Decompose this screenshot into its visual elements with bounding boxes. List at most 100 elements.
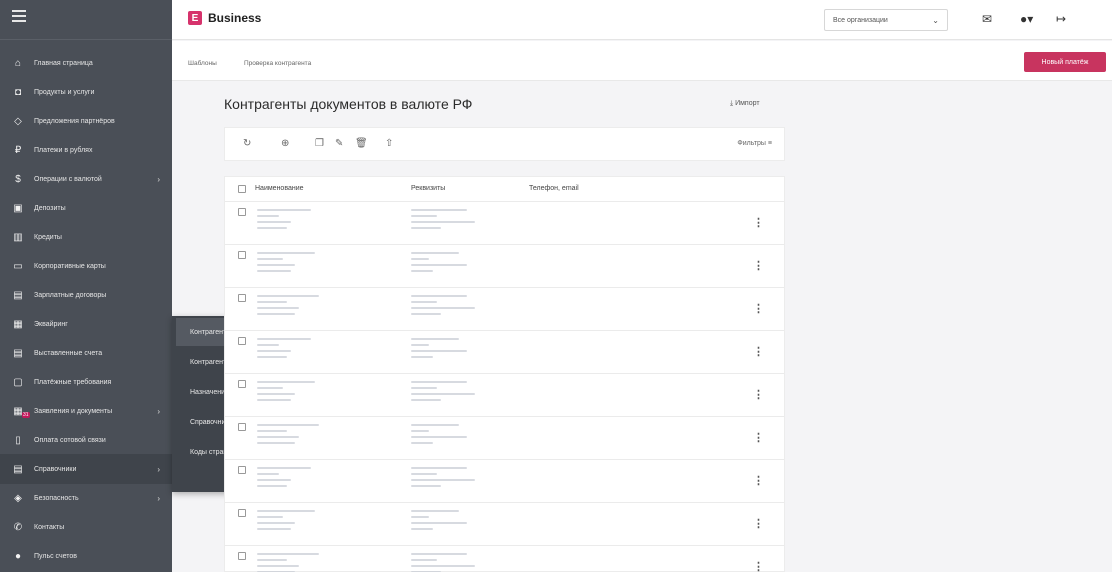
redacted-name-text bbox=[257, 307, 299, 309]
import-button[interactable]: ⤓ Импорт bbox=[730, 100, 760, 108]
nav-link-templates[interactable]: Шаблоны bbox=[188, 60, 217, 67]
sidebar-item-label: Платежи в рублях bbox=[34, 146, 93, 154]
sidebar-item[interactable]: ◘ Продукты и услуги bbox=[0, 77, 172, 107]
row-menu-icon[interactable]: ⋮ bbox=[753, 259, 764, 272]
filter-icon: ≡ bbox=[767, 140, 772, 147]
upload-icon[interactable]: ⇧ bbox=[385, 138, 393, 149]
redacted-details-text bbox=[411, 209, 467, 211]
row-checkbox[interactable] bbox=[238, 380, 246, 388]
row-menu-icon[interactable]: ⋮ bbox=[753, 345, 764, 358]
redacted-details-text bbox=[411, 516, 429, 518]
table-row[interactable]: ⋮ bbox=[225, 201, 784, 244]
sidebar-item[interactable]: ▤ Выставленные счета bbox=[0, 338, 172, 368]
redacted-name-text bbox=[257, 350, 291, 352]
redacted-details-text bbox=[411, 258, 429, 260]
redacted-details-text bbox=[411, 270, 433, 272]
sidebar-item-label: Операции с валютой bbox=[34, 175, 102, 183]
sub-header: Шаблоны Проверка контрагента Новый платё… bbox=[172, 41, 1112, 81]
sidebar-item[interactable]: ▤ Зарплатные договоры bbox=[0, 280, 172, 310]
deposit-icon: ▣ bbox=[13, 202, 23, 214]
sidebar-item-label: Кредиты bbox=[34, 233, 62, 241]
redacted-name-text bbox=[257, 338, 311, 340]
edit-icon[interactable]: ✎ bbox=[335, 138, 343, 149]
sidebar-item[interactable]: ▢ Платёжные требования bbox=[0, 367, 172, 397]
sidebar-item-label: Заявления и документы bbox=[34, 407, 113, 415]
table-row[interactable]: ⋮ bbox=[225, 244, 784, 287]
redacted-name-text bbox=[257, 209, 311, 211]
mail-icon[interactable]: ✉ bbox=[982, 12, 992, 26]
row-checkbox[interactable] bbox=[238, 552, 246, 560]
table-row[interactable]: ⋮ bbox=[225, 373, 784, 416]
column-header-details[interactable]: Реквизиты bbox=[411, 185, 445, 192]
redacted-name-text bbox=[257, 295, 319, 297]
sidebar-item[interactable]: ▣ Депозиты bbox=[0, 193, 172, 223]
row-checkbox[interactable] bbox=[238, 423, 246, 431]
row-checkbox[interactable] bbox=[238, 251, 246, 259]
row-checkbox[interactable] bbox=[238, 208, 246, 216]
filters-label: Фильтры bbox=[737, 140, 766, 147]
table-row[interactable]: ⋮ bbox=[225, 502, 784, 545]
table-row[interactable]: ⋮ bbox=[225, 330, 784, 373]
redacted-details-text bbox=[411, 424, 459, 426]
row-checkbox[interactable] bbox=[238, 294, 246, 302]
row-menu-icon[interactable]: ⋮ bbox=[753, 388, 764, 401]
sidebar-item[interactable]: ✆ Контакты bbox=[0, 512, 172, 542]
sidebar-item-label: Корпоративные карты bbox=[34, 262, 106, 270]
redacted-details-text bbox=[411, 301, 437, 303]
filters-button[interactable]: Фильтры ≡ bbox=[737, 140, 772, 147]
sidebar-item-label: Безопасность bbox=[34, 494, 79, 502]
copy-icon[interactable]: ❐ bbox=[315, 138, 324, 149]
row-checkbox[interactable] bbox=[238, 337, 246, 345]
sidebar-item[interactable]: ▥ Кредиты bbox=[0, 222, 172, 252]
nav-link-counterparty-check[interactable]: Проверка контрагента bbox=[244, 60, 311, 67]
sidebar-item[interactable]: ● Пульс счетов bbox=[0, 541, 172, 571]
row-checkbox[interactable] bbox=[238, 466, 246, 474]
row-menu-icon[interactable]: ⋮ bbox=[753, 517, 764, 530]
table-row[interactable]: ⋮ bbox=[225, 459, 784, 502]
sidebar-item[interactable]: ◇ Предложения партнёров bbox=[0, 106, 172, 136]
menu-icon[interactable] bbox=[12, 10, 26, 24]
redacted-details-text bbox=[411, 313, 441, 315]
redacted-name-text bbox=[257, 270, 291, 272]
sidebar-item[interactable]: ◈ Безопасность › bbox=[0, 483, 172, 513]
pos-icon: ▦ bbox=[13, 318, 23, 330]
dollar-icon: $ bbox=[15, 173, 21, 185]
row-menu-icon[interactable]: ⋮ bbox=[753, 431, 764, 444]
redacted-name-text bbox=[257, 473, 279, 475]
row-menu-icon[interactable]: ⋮ bbox=[753, 216, 764, 229]
row-menu-icon[interactable]: ⋮ bbox=[753, 474, 764, 487]
row-menu-icon[interactable]: ⋮ bbox=[753, 302, 764, 315]
user-account-icon[interactable]: ●▾ bbox=[1020, 12, 1033, 26]
sidebar-item[interactable]: ₽ Платежи в рублях bbox=[0, 135, 172, 165]
sidebar-item[interactable]: ▭ Корпоративные карты bbox=[0, 251, 172, 281]
column-header-contacts[interactable]: Телефон, email bbox=[529, 185, 579, 192]
redacted-details-text bbox=[411, 485, 441, 487]
organization-select[interactable]: Все организации ⌄ bbox=[824, 9, 948, 31]
table-row[interactable]: ⋮ bbox=[225, 416, 784, 459]
new-payment-button[interactable]: Новый платёж bbox=[1024, 52, 1106, 72]
sidebar-item[interactable]: ▤ Справочники › bbox=[0, 454, 172, 484]
table-row[interactable]: ⋮ bbox=[225, 545, 784, 572]
column-header-name[interactable]: Наименование bbox=[255, 185, 304, 192]
row-checkbox[interactable] bbox=[238, 509, 246, 517]
logo[interactable]: E Business bbox=[188, 11, 261, 25]
redacted-name-text bbox=[257, 258, 283, 260]
refresh-icon[interactable]: ↻ bbox=[243, 138, 251, 149]
sidebar-item[interactable]: ▦ Заявления и документы 31 › bbox=[0, 396, 172, 426]
redacted-details-text bbox=[411, 215, 437, 217]
logout-icon[interactable]: ↦ bbox=[1056, 12, 1066, 26]
sidebar: ⌂ Главная страница ◘ Продукты и услуги ◇ Пред… bbox=[0, 0, 172, 572]
sidebar-item[interactable]: $ Операции с валютой › bbox=[0, 164, 172, 194]
add-icon[interactable]: ⊕ bbox=[281, 138, 289, 149]
brand-name: Business bbox=[208, 11, 262, 25]
sidebar-item[interactable]: ▯ Оплата сотовой связи bbox=[0, 425, 172, 455]
row-menu-icon[interactable]: ⋮ bbox=[753, 560, 764, 572]
select-all-checkbox[interactable] bbox=[238, 185, 246, 193]
sidebar-item[interactable]: ▦ Эквайринг bbox=[0, 309, 172, 339]
table-row[interactable]: ⋮ bbox=[225, 287, 784, 330]
redacted-name-text bbox=[257, 430, 287, 432]
redacted-details-text bbox=[411, 528, 433, 530]
sidebar-item[interactable]: ⌂ Главная страница bbox=[0, 48, 172, 78]
delete-icon[interactable]: 🗑 bbox=[355, 138, 368, 149]
redacted-details-text bbox=[411, 399, 441, 401]
